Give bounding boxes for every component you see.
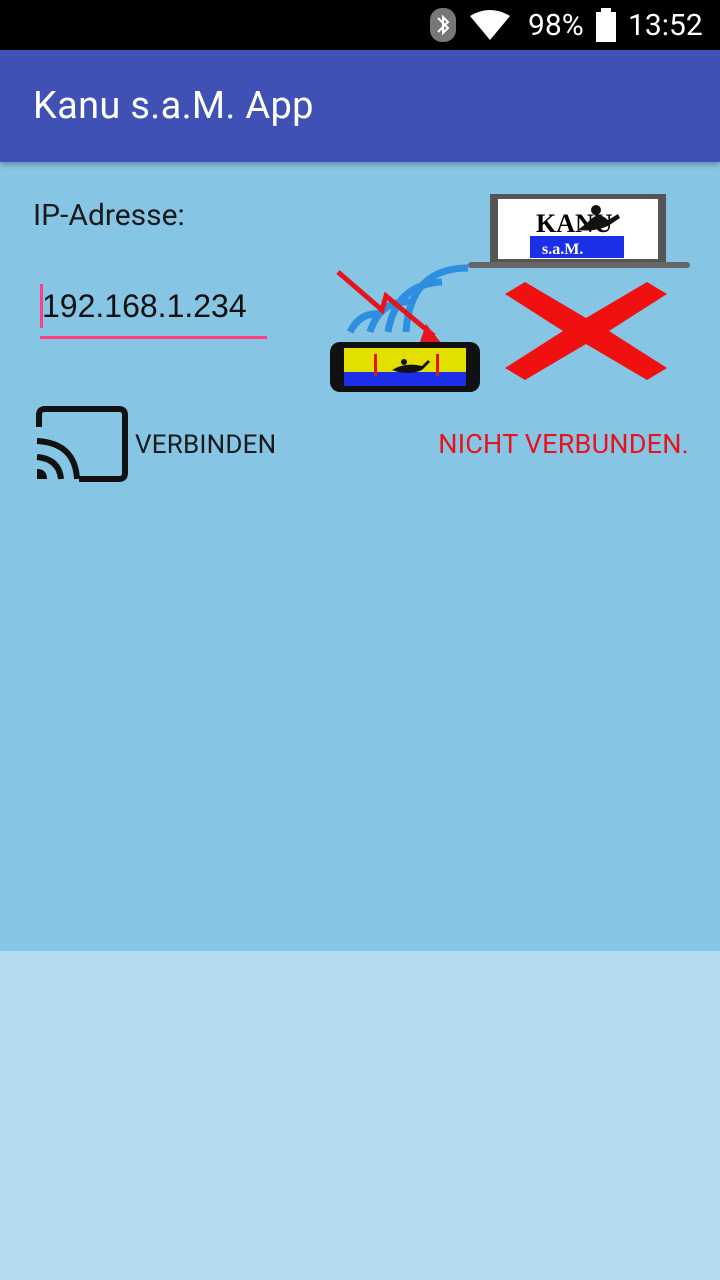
- clock: 13:52: [628, 7, 703, 43]
- app-title: Kanu s.a.M. App: [33, 84, 314, 128]
- device-icon: [330, 342, 480, 392]
- ip-address-field[interactable]: [40, 280, 272, 339]
- cast-icon: [33, 403, 129, 487]
- status-bar: 98% 13:52: [0, 0, 720, 50]
- connect-button[interactable]: VERBINDEN: [33, 402, 276, 488]
- connect-button-label: VERBINDEN: [135, 430, 277, 460]
- svg-text:s.a.M.: s.a.M.: [542, 241, 583, 258]
- disconnected-x-icon: [505, 282, 667, 384]
- ip-address-input[interactable]: [42, 280, 272, 332]
- ip-address-label: IP-Adresse:: [33, 198, 185, 233]
- device-signal-illustration: [330, 262, 490, 401]
- app-bar: Kanu s.a.M. App: [0, 50, 720, 162]
- battery-percent: 98%: [528, 7, 584, 43]
- wifi-icon: [470, 0, 510, 50]
- battery-icon: [594, 0, 618, 50]
- bluetooth-icon: [430, 0, 456, 50]
- connection-status: NICHT VERBUNDEN.: [438, 428, 689, 460]
- lower-panel: [0, 951, 720, 1280]
- laptop-icon: KANU s.a.M.: [468, 192, 690, 274]
- main-content: IP-Adresse: KANU s.a.M.: [0, 162, 720, 951]
